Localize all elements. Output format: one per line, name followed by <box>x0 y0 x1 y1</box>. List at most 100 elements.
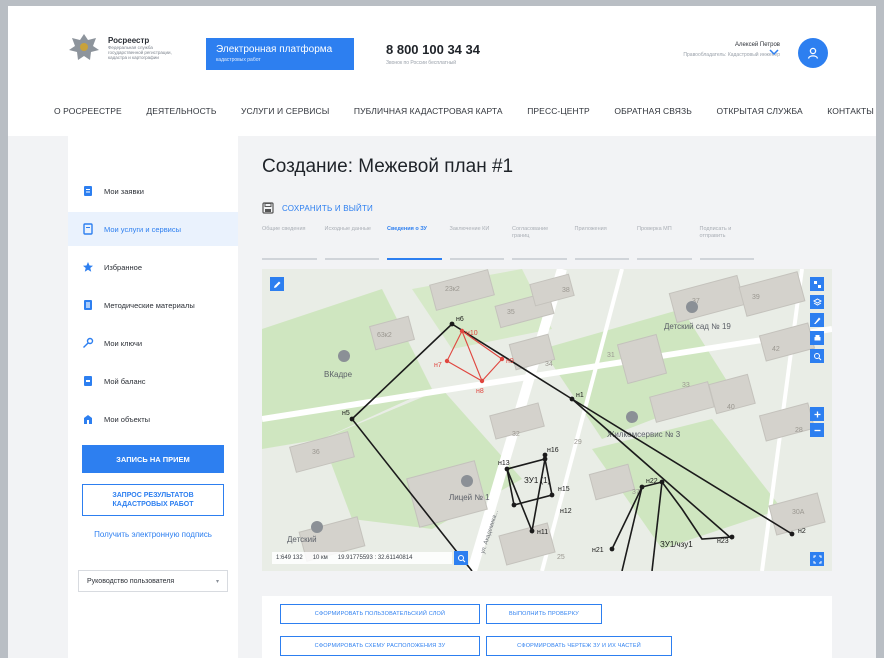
map-label-kindergarten: Детский сад № 19 <box>664 322 731 331</box>
zoom-in-icon[interactable] <box>810 407 824 421</box>
svg-text:н22: н22 <box>646 478 658 485</box>
user-avatar[interactable] <box>798 38 828 68</box>
document-icon <box>82 185 94 197</box>
request-results-button[interactable]: ЗАПРОС РЕЗУЛЬТАТОВ КАДАСТРОВЫХ РАБОТ <box>82 484 224 516</box>
svg-text:н16: н16 <box>547 447 559 454</box>
star-icon <box>82 261 94 273</box>
edit-pencil-icon[interactable] <box>270 277 284 291</box>
sidebar-item-keys[interactable]: Мои ключи <box>68 326 238 360</box>
nav-open-service[interactable]: ОТКРЫТАЯ СЛУЖБА <box>716 106 802 116</box>
step-conclusion[interactable]: Заключение КИ <box>449 226 504 260</box>
phone-caption: Звонок по России бесплатный <box>386 60 457 66</box>
svg-text:39: 39 <box>752 294 760 301</box>
user-guide-select[interactable]: Руководство пользователя ▾ <box>78 570 228 592</box>
layers-icon[interactable] <box>810 277 824 291</box>
draw-icon[interactable] <box>810 313 824 327</box>
locate-search-icon[interactable] <box>454 551 468 565</box>
svg-text:38: 38 <box>562 287 570 294</box>
svg-text:н15: н15 <box>558 486 570 493</box>
phone-block: 8 800 100 34 34 Звонок по России бесплат… <box>386 42 480 66</box>
step-boundary-approval[interactable]: Согласование границ <box>512 226 567 260</box>
sidebar-item-label: Избранное <box>104 262 143 272</box>
sidebar-item-label: Мои объекты <box>104 414 151 424</box>
stack-icon[interactable] <box>810 295 824 309</box>
user-name: Алексей Петров <box>735 42 780 48</box>
platform-button[interactable]: Электронная платформа кадастровых работ <box>206 38 354 70</box>
svg-text:н5: н5 <box>342 410 350 417</box>
create-layout-scheme-button[interactable]: СФОРМИРОВАТЬ СХЕМУ РАСПОЛОЖЕНИЯ ЗУ <box>280 636 480 656</box>
user-info[interactable]: Алексей Петров Правообладатель: Кадастро… <box>683 42 780 58</box>
svg-text:н9: н9 <box>506 358 514 365</box>
nav-about[interactable]: О РОСРЕЕСТРЕ <box>54 106 122 116</box>
book-icon <box>82 299 94 311</box>
svg-text:н2: н2 <box>798 528 806 535</box>
svg-text:н23: н23 <box>717 538 729 545</box>
sidebar-item-services[interactable]: Мои услуги и сервисы <box>68 212 238 246</box>
svg-text:30А: 30А <box>792 509 805 516</box>
sidebar-item-label: Мой баланс <box>104 376 146 386</box>
nav-contacts[interactable]: КОНТАКТЫ <box>827 106 874 116</box>
svg-text:35: 35 <box>507 309 515 316</box>
svg-text:28: 28 <box>795 427 803 434</box>
svg-text:42: 42 <box>772 346 780 353</box>
platform-title: Электронная платформа <box>216 44 333 55</box>
key-icon <box>82 337 94 349</box>
sidebar-item-balance[interactable]: Мой баланс <box>68 364 238 398</box>
svg-text:н21: н21 <box>592 547 604 554</box>
map-canvas[interactable]: 23к23563к2 383433 313229 403739 423637 3… <box>262 269 832 571</box>
phone-number[interactable]: 8 800 100 34 34 <box>386 42 480 57</box>
create-user-layer-button[interactable]: СФОРМИРОВАТЬ ПОЛЬЗОВАТЕЛЬСКИЙ СЛОЙ <box>280 604 480 624</box>
logo-subtitle: Федеральная служба государственной регис… <box>108 45 172 60</box>
run-check-button[interactable]: ВЫПОЛНИТЬ ПРОВЕРКУ <box>486 604 602 624</box>
svg-text:63к2: 63к2 <box>377 332 392 339</box>
sidebar-item-favorites[interactable]: Избранное <box>68 250 238 284</box>
nav-public-map[interactable]: ПУБЛИЧНАЯ КАДАСТРОВАЯ КАРТА <box>354 106 503 116</box>
svg-text:34: 34 <box>545 361 553 368</box>
browser-frame: Росреестр Федеральная служба государстве… <box>0 0 884 658</box>
sidebar-item-label: Методические материалы <box>104 300 195 310</box>
sidebar-item-materials[interactable]: Методические материалы <box>68 288 238 322</box>
map-coordinates: 19.91775593 : 32.61140814 <box>337 555 413 561</box>
nav-press[interactable]: ПРЕСС-ЦЕНТР <box>527 106 590 116</box>
svg-text:36: 36 <box>312 449 320 456</box>
nav-feedback[interactable]: ОБРАТНАЯ СВЯЗЬ <box>614 106 692 116</box>
parcel-zu1-part-label: ЗУ1/чзу1 <box>660 540 693 549</box>
create-drawing-button[interactable]: СФОРМИРОВАТЬ ЧЕРТЕЖ ЗУ И ИХ ЧАСТЕЙ <box>486 636 672 656</box>
rosreestr-logo[interactable]: Росреестр Федеральная служба государстве… <box>66 28 196 68</box>
fullscreen-icon[interactable] <box>810 552 824 566</box>
user-role: Правообладатель: Кадастровый инженер <box>683 52 780 58</box>
logo-name: Росреестр <box>108 36 150 45</box>
sidebar-item-label: Мои ключи <box>104 338 143 348</box>
save-exit-button[interactable]: СОХРАНИТЬ И ВЫЙТИ <box>262 202 373 214</box>
cadastral-map[interactable]: 23к2 35 63к2 38 34 33 31 32 29 40 37 39 42 36 37 3… <box>262 269 832 571</box>
svg-text:32: 32 <box>512 431 520 438</box>
parcel-zu1-label: ЗУ1 (1) <box>524 476 551 485</box>
step-sign-send[interactable]: Подписать и отправить <box>699 226 754 260</box>
appointment-button[interactable]: ЗАПИСЬ НА ПРИЕМ <box>82 445 224 473</box>
map-label-lyceum: Лицей № 1 <box>449 493 490 502</box>
print-icon[interactable] <box>810 331 824 345</box>
map-label-kindergarten-2: Детский <box>287 535 317 544</box>
sidebar-item-requests[interactable]: Мои заявки <box>68 174 238 208</box>
sidebar: Мои заявки Мои услуги и сервисы Избранно… <box>68 136 238 658</box>
step-general[interactable]: Общие сведения <box>262 226 317 260</box>
map-actions-panel: СФОРМИРОВАТЬ ПОЛЬЗОВАТЕЛЬСКИЙ СЛОЙ ВЫПОЛ… <box>262 596 832 658</box>
step-source-data[interactable]: Исходные данные <box>324 226 379 260</box>
save-exit-label: СОХРАНИТЬ И ВЫЙТИ <box>282 203 374 213</box>
svg-text:33: 33 <box>682 382 690 389</box>
sidebar-item-objects[interactable]: Мои объекты <box>68 402 238 436</box>
main-nav: О РОСРЕЕСТРЕ ДЕЯТЕЛЬНОСТЬ УСЛУГИ И СЕРВИ… <box>54 106 874 116</box>
step-parcel-info[interactable]: Сведения о ЗУ <box>387 226 442 260</box>
chevron-down-icon[interactable] <box>768 46 782 60</box>
get-signature-link[interactable]: Получить электронную подпись <box>82 529 224 541</box>
step-check[interactable]: Проверка МП <box>637 226 692 260</box>
search-map-icon[interactable] <box>810 349 824 363</box>
nav-services[interactable]: УСЛУГИ И СЕРВИСЫ <box>241 106 329 116</box>
step-attachments[interactable]: Приложения <box>574 226 629 260</box>
svg-text:н7: н7 <box>434 362 442 369</box>
zoom-out-icon[interactable] <box>810 423 824 437</box>
save-icon <box>262 202 274 214</box>
nav-activity[interactable]: ДЕЯТЕЛЬНОСТЬ <box>146 106 216 116</box>
wallet-icon <box>82 375 94 387</box>
svg-text:н10: н10 <box>466 330 478 337</box>
